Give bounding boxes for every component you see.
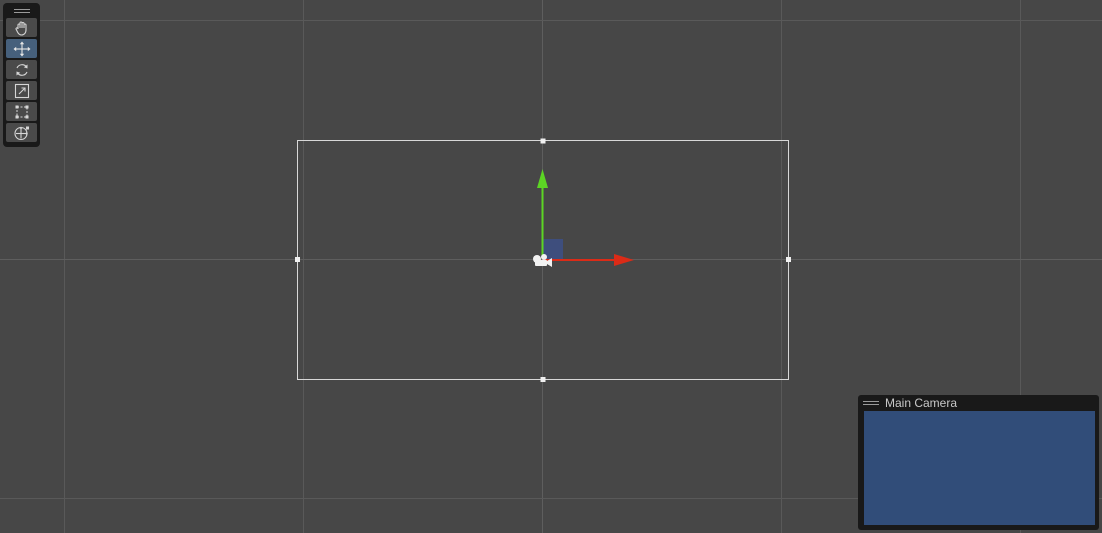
overlay-grip-handle[interactable] (6, 5, 37, 16)
camera-preview-grip-handle[interactable] (863, 401, 879, 405)
camera-preview-title: Main Camera (885, 396, 958, 410)
hand-icon (14, 20, 27, 36)
move-tool-button[interactable] (6, 39, 37, 58)
hand-tool-button[interactable] (6, 18, 37, 37)
rotate-icon (15, 63, 28, 76)
frustum-handle-top[interactable] (540, 138, 546, 144)
camera-preview-overlay: Main Camera (858, 395, 1099, 530)
rect-transform-icon (15, 105, 28, 118)
frustum-handle-left[interactable] (295, 257, 300, 262)
x-axis-arrow[interactable] (614, 254, 634, 266)
transform-tool-button[interactable] (6, 123, 37, 142)
transform-icon (13, 126, 29, 140)
tools-overlay (3, 3, 40, 147)
y-axis-arrow[interactable] (537, 169, 548, 188)
scale-icon (14, 83, 29, 98)
move-gizmo[interactable] (537, 169, 634, 266)
camera-preview-header[interactable]: Main Camera (858, 395, 1099, 411)
rect-tool-button[interactable] (6, 102, 37, 121)
frustum-handle-right[interactable] (786, 257, 791, 262)
scale-tool-button[interactable] (6, 81, 37, 100)
move-arrows-icon (13, 41, 30, 56)
rotate-tool-button[interactable] (6, 60, 37, 79)
frustum-handle-bottom[interactable] (540, 377, 546, 382)
scene-view[interactable]: Main Camera (0, 0, 1102, 533)
camera-preview-render (864, 411, 1095, 525)
